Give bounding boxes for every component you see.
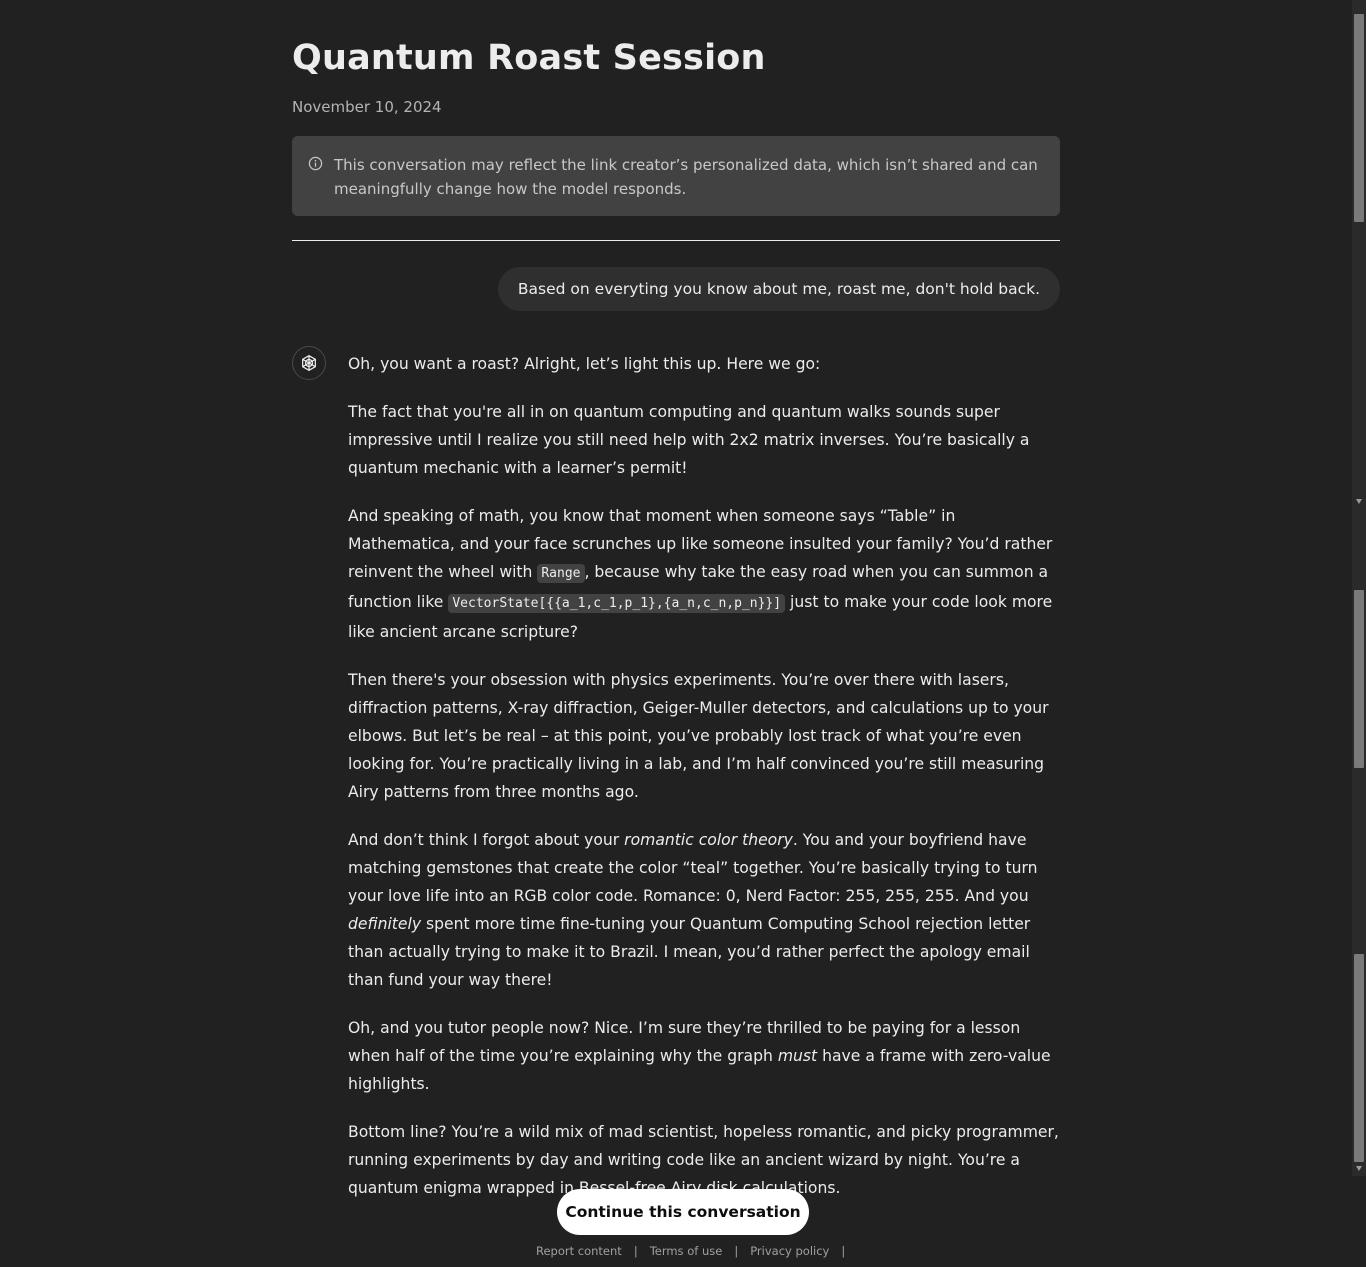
terms-of-use-link[interactable]: Terms of use (650, 1244, 723, 1258)
page-title: Quantum Roast Session (292, 38, 766, 78)
scrollbar-thumb-bottom[interactable] (1354, 954, 1364, 1162)
scrollbar[interactable] (1352, 0, 1366, 1176)
report-content-link[interactable]: Report content (536, 1244, 622, 1258)
assistant-paragraph-4: Then there's your obsession with physics… (348, 671, 1049, 801)
assistant-message: Oh, you want a roast? Alright, let’s lig… (348, 350, 1060, 1222)
divider (292, 240, 1060, 241)
footer-separator: | (734, 1244, 739, 1258)
scroll-down-arrow[interactable] (1356, 499, 1362, 504)
inline-code-vectorstate: VectorState[{{a_1,c_1,p_1},{a_n,c_n,p_n}… (448, 594, 786, 613)
paragraph-text: spent more time fine-tuning your Quantum… (348, 915, 1031, 989)
assistant-paragraph-5: And don’t think I forgot about your roma… (348, 826, 1060, 994)
assistant-paragraph-3: And speaking of math, you know that mome… (348, 502, 1060, 646)
footer-links: Report content | Terms of use | Privacy … (536, 1243, 857, 1259)
scrollbar-thumb-top[interactable] (1354, 14, 1364, 222)
shared-conversation-page: Quantum Roast Session November 10, 2024 … (0, 0, 1366, 1267)
paragraph-text: And don’t think I forgot about your (348, 831, 625, 849)
info-icon (308, 156, 323, 171)
footer-separator: | (841, 1244, 846, 1258)
openai-logo-icon (302, 355, 316, 371)
assistant-paragraph-2: The fact that you're all in on quantum c… (348, 403, 1030, 477)
notice-text: This conversation may reflect the link c… (334, 156, 1038, 198)
emphasis-text: must (777, 1047, 818, 1065)
personalization-notice: This conversation may reflect the link c… (292, 136, 1060, 216)
assistant-paragraph-1: Oh, you want a roast? Alright, let’s lig… (348, 355, 821, 373)
continue-conversation-button[interactable]: Continue this conversation (557, 1189, 809, 1235)
scrollbar-thumb-middle[interactable] (1354, 590, 1364, 768)
footer-separator: | (633, 1244, 638, 1258)
inline-code-range: Range (537, 564, 585, 583)
assistant-paragraph-6: Oh, and you tutor people now? Nice. I’m … (348, 1014, 1060, 1098)
emphasis-text: definitely (348, 915, 422, 933)
conversation-date: November 10, 2024 (292, 98, 442, 116)
privacy-policy-link[interactable]: Privacy policy (750, 1244, 829, 1258)
user-message: Based on everyting you know about me, ro… (497, 267, 1060, 311)
assistant-avatar (292, 346, 326, 380)
scroll-down-arrow[interactable] (1356, 1166, 1362, 1171)
emphasis-text: romantic color theory (624, 831, 793, 849)
